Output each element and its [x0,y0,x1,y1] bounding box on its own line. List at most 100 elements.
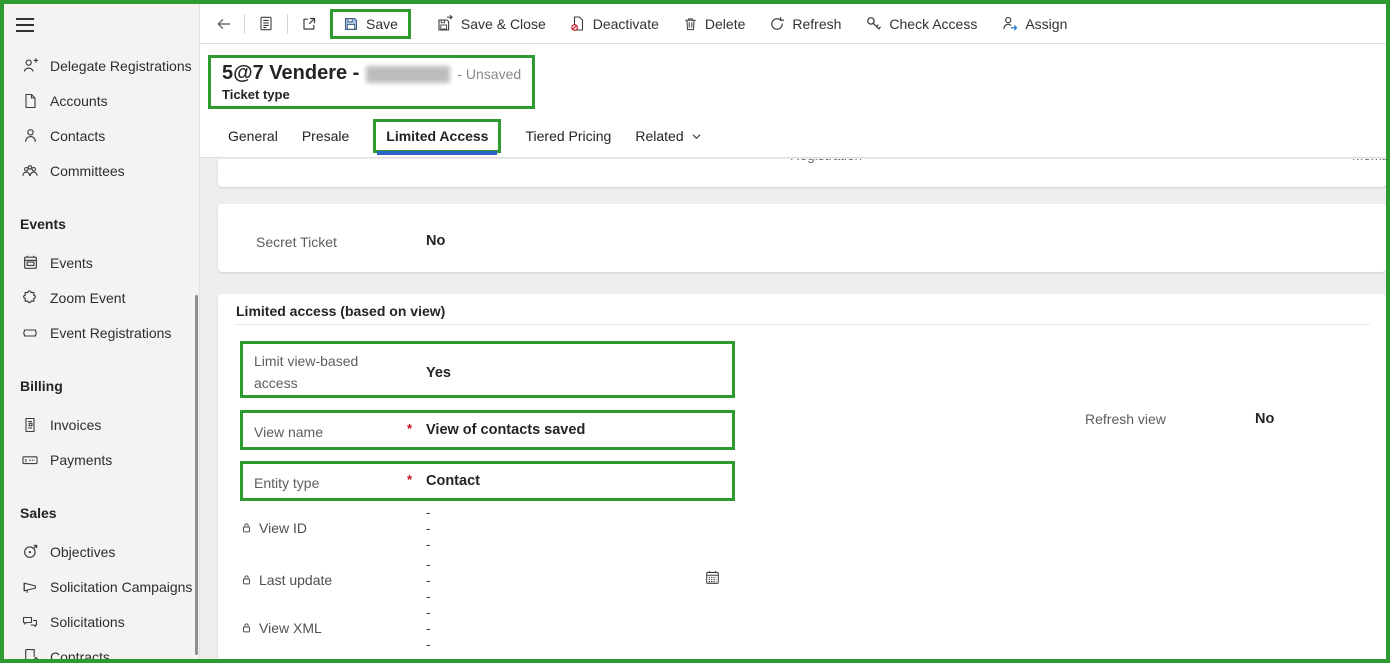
hamburger-menu-icon[interactable] [16,12,44,38]
calendar-icon [21,254,39,272]
invoice-icon [21,416,39,434]
last-update-value: --- [426,556,432,604]
sidebar-item-solicitation-campaigns[interactable]: Solicitation Campaigns [4,569,199,604]
sidebar-item-label: Invoices [50,417,101,433]
assign-label: Assign [1025,16,1067,32]
save-and-close-button[interactable]: Save & Close [437,15,546,32]
sidebar-scrollbar[interactable] [195,295,198,655]
assign-icon [1001,15,1018,32]
tab-limited-access[interactable]: Limited Access [373,119,501,153]
sidebar-item-events[interactable]: Events [4,245,199,280]
toolbar-divider [244,14,245,34]
tab-presale[interactable]: Presale [302,128,349,144]
refresh-label: Refresh [792,16,841,32]
app-window: Delegate Registrations Accounts Contacts… [0,0,1390,663]
sidebar-item-committees[interactable]: Committees [4,153,199,188]
sidebar-item-label: Solicitation Campaigns [50,579,192,595]
sidebar-item-label: Contacts [50,128,105,144]
back-button[interactable] [214,16,232,32]
field-label: Limit view-based access [254,350,379,394]
field-label: Entity type [254,472,379,494]
secret-ticket-card: Secret Ticket No [218,204,1386,272]
sidebar-item-label: Events [50,255,93,271]
save-close-label: Save & Close [461,16,546,32]
sidebar-item-delegate-registrations[interactable]: Delegate Registrations [4,48,199,83]
toolbar-divider [287,14,288,34]
chevron-down-icon [690,130,703,143]
refresh-icon [769,16,785,32]
refresh-view-label: Refresh view [1085,411,1166,427]
last-update-field: Last update --- [240,572,332,588]
sidebar-item-label: Accounts [50,93,108,109]
tab-tiered-pricing[interactable]: Tiered Pricing [525,128,611,144]
tab-general[interactable]: General [228,128,278,144]
limit-view-based-access-value[interactable]: Yes [426,365,451,381]
annotation-box-limit-view-based-access: Limit view-based access Yes [240,341,735,398]
date-picker-calendar-icon[interactable] [705,570,720,585]
popout-icon [301,16,317,32]
sidebar-item-solicitations[interactable]: Solicitations [4,604,199,639]
annotation-box-entity-type: Entity type * Contact [240,461,735,501]
save-close-icon [437,15,454,32]
form-tabs: General Presale Limited Access Tiered Pr… [200,115,1386,158]
sidebar-item-label: Payments [50,452,112,468]
key-icon [865,15,882,32]
field-label: View ID [259,520,307,536]
save-button[interactable]: Save [343,16,398,32]
show-form-button[interactable] [257,15,275,32]
view-xml-field: View XML --- [240,620,322,636]
section-divider [234,324,1370,325]
unsaved-status: - Unsaved [457,66,521,82]
sidebar-item-accounts[interactable]: Accounts [4,83,199,118]
deactivate-icon [570,15,586,32]
sitemap-sidebar: Delegate Registrations Accounts Contacts… [4,4,200,659]
clipped-field-label: Registration [790,159,862,165]
open-in-new-window-button[interactable] [300,16,318,32]
delete-button[interactable]: Delete [683,16,745,32]
person-add-icon [21,57,39,75]
secret-ticket-value[interactable]: No [426,233,445,249]
sidebar-item-event-registrations[interactable]: Event Registrations [4,315,199,350]
sidebar-item-label: Contracts [50,649,110,663]
entity-type-label: Ticket type [222,87,532,102]
tab-related[interactable]: Related [635,128,702,144]
sidebar-section-events: Events [4,206,199,241]
field-label: View XML [259,620,322,636]
annotation-box-save: Save [330,9,411,39]
sidebar-item-contracts[interactable]: Contracts [4,639,199,663]
sidebar-section-sales: Sales [4,495,199,530]
sidebar-item-label: Committees [50,163,125,179]
sidebar-item-label: Objectives [50,544,115,560]
megaphone-icon [21,578,39,596]
sidebar-item-zoom-event[interactable]: Zoom Event [4,280,199,315]
person-icon [21,127,39,145]
limited-access-section-card: Limited access (based on view) Limit vie… [218,294,1386,659]
required-asterisk: * [407,472,412,487]
view-name-value[interactable]: View of contacts saved [426,422,585,438]
clipped-field-label: Membership [1352,159,1386,165]
back-arrow-icon [215,16,232,32]
refresh-button[interactable]: Refresh [769,16,841,32]
secret-ticket-label: Secret Ticket [256,234,337,250]
puzzle-icon [21,289,39,307]
sidebar-item-objectives[interactable]: Objectives [4,534,199,569]
form-scroll-area[interactable]: Registration Membership Secret Ticket No… [200,158,1386,659]
section-title: Limited access (based on view) [236,303,445,319]
sidebar-item-label: Zoom Event [50,290,125,306]
field-label: View name [254,421,379,443]
refresh-view-value[interactable]: No [1255,411,1274,427]
sidebar-item-label: Event Registrations [50,325,171,341]
redacted-text-blur [366,66,450,83]
view-xml-value: --- [426,604,432,652]
sidebar-item-label: Delegate Registrations [50,58,192,74]
deactivate-button[interactable]: Deactivate [570,15,659,32]
sidebar-item-payments[interactable]: $ Payments [4,442,199,477]
lock-icon [240,573,253,587]
annotation-box-title: 5@7 Vendere - - Unsaved Ticket type [208,55,535,109]
sidebar-item-contacts[interactable]: Contacts [4,118,199,153]
sidebar-item-invoices[interactable]: Invoices [4,407,199,442]
delete-label: Delete [705,16,745,32]
entity-type-value[interactable]: Contact [426,473,480,489]
assign-button[interactable]: Assign [1001,15,1067,32]
check-access-button[interactable]: Check Access [865,15,977,32]
